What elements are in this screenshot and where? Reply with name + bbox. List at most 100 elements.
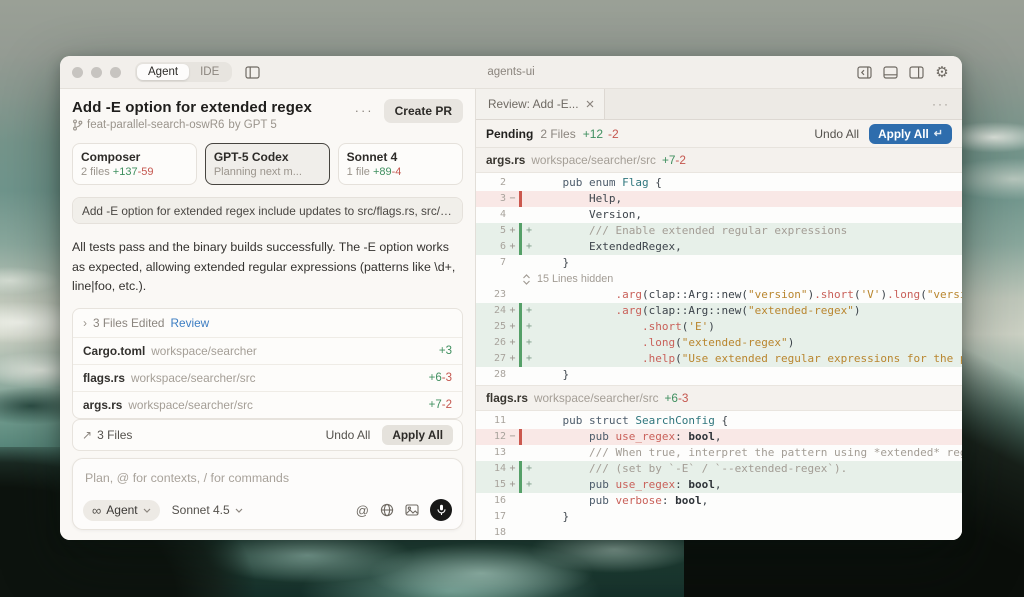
diff-code-block: 2 pub enum Flag {3− Help,4 Version,5++ /…	[476, 173, 962, 385]
titlebar: Agent IDE agents-ui	[60, 56, 962, 89]
settings-gear-icon[interactable]: ⚙	[934, 64, 950, 80]
diff-line[interactable]: 15++ pub use_regex: bool,	[476, 477, 962, 493]
infinity-icon: ∞	[92, 503, 101, 518]
diff-line[interactable]: 18	[476, 525, 962, 540]
edited-file-name: args.rs	[83, 398, 122, 412]
apply-all-button[interactable]: Apply All	[382, 425, 453, 445]
expand-arrow-icon[interactable]: ↗	[82, 428, 92, 442]
voice-input-button[interactable]	[430, 499, 452, 521]
diff-line[interactable]: 2 pub enum Flag {	[476, 175, 962, 191]
diff-line[interactable]: 25++ .short('E')	[476, 319, 962, 335]
diff-line[interactable]: 27++ .help("Use extended regular express…	[476, 351, 962, 367]
diff-inline-marker	[522, 207, 536, 223]
mode-switcher: Agent IDE	[135, 62, 232, 82]
diff-gutter-marker: +	[506, 461, 519, 477]
code-text: .short('E')	[536, 319, 962, 335]
review-panel: Review: Add -E... ··· Pending 2 Files +1…	[476, 89, 962, 540]
edited-file-row[interactable]: args.rsworkspace/searcher/src+7-2	[73, 391, 462, 418]
mention-context-icon[interactable]: @	[356, 503, 369, 518]
image-attach-icon[interactable]	[405, 504, 419, 516]
diff-line[interactable]: 12− pub use_regex: bool,	[476, 429, 962, 445]
diff-line[interactable]: 13 /// When true, interpret the pattern …	[476, 445, 962, 461]
close-window-button[interactable]	[72, 67, 83, 78]
task-card[interactable]: Add -E option for extended regex include…	[72, 197, 463, 224]
diff-line[interactable]: 16 pub verbose: bool,	[476, 493, 962, 509]
diff-line[interactable]: 11 pub struct SearchConfig {	[476, 413, 962, 429]
close-tab-icon[interactable]	[586, 100, 594, 108]
line-number: 16	[476, 493, 506, 509]
review-undo-all-button[interactable]: Undo All	[814, 127, 859, 141]
pending-additions: +12	[583, 127, 603, 141]
agent-cards: Composer2 files +137-59GPT-5 CodexPlanni…	[72, 143, 463, 185]
diff-file-path: workspace/searcher/src	[534, 391, 659, 405]
tabbar-more-icon[interactable]: ···	[932, 97, 950, 111]
code-text: /// (set by `-E` / `--extended-regex`).	[536, 461, 962, 477]
toggle-left-sidebar-icon[interactable]	[244, 64, 260, 80]
model-label: Sonnet 4.5	[172, 503, 230, 517]
files-edited-label[interactable]: 3 Files Edited	[93, 316, 164, 330]
chevron-down-icon	[235, 508, 243, 513]
diff-view[interactable]: args.rsworkspace/searcher/src+7-22 pub e…	[476, 148, 962, 540]
create-pr-button[interactable]: Create PR	[384, 99, 463, 123]
minimize-window-button[interactable]	[91, 67, 102, 78]
pending-files-label[interactable]: 3 Files	[97, 428, 132, 442]
diff-file-header[interactable]: args.rsworkspace/searcher/src+7-2	[476, 148, 962, 173]
agent-card-files: 1 file	[347, 166, 373, 178]
diff-inline-marker: +	[522, 477, 536, 493]
review-tab[interactable]: Review: Add -E...	[476, 89, 605, 119]
task-title: Add -E option for extended regex	[72, 99, 349, 116]
review-link[interactable]: Review	[170, 316, 209, 330]
diff-inline-marker	[522, 509, 536, 525]
line-number: 27	[476, 351, 506, 367]
diff-line[interactable]: 7 }	[476, 255, 962, 271]
diff-file-deletions: -2	[675, 153, 686, 167]
hidden-lines-toggle[interactable]: 15 Lines hidden	[476, 271, 962, 287]
diff-inline-marker	[522, 493, 536, 509]
agent-mode-dropdown[interactable]: ∞ Agent	[83, 500, 160, 521]
review-apply-all-button[interactable]: Apply All ↵	[869, 124, 952, 144]
tab-ide[interactable]: IDE	[189, 64, 230, 80]
diff-line[interactable]: 5++ /// Enable extended regular expressi…	[476, 223, 962, 239]
line-number: 23	[476, 287, 506, 303]
code-text: pub use_regex: bool,	[536, 477, 962, 493]
diff-line[interactable]: 26++ .long("extended-regex")	[476, 335, 962, 351]
collapse-panel-icon[interactable]	[856, 64, 872, 80]
code-text: }	[536, 255, 962, 271]
diff-inline-marker: +	[522, 239, 536, 255]
edited-file-row[interactable]: flags.rsworkspace/searcher/src+6-3	[73, 364, 462, 391]
diff-file-header[interactable]: flags.rsworkspace/searcher/src+6-3	[476, 385, 962, 411]
diff-line[interactable]: 24++ .arg(clap::Arg::new("extended-regex…	[476, 303, 962, 319]
branch-name[interactable]: feat-parallel-search-oswR6	[87, 119, 224, 131]
diff-line[interactable]: 23 .arg(clap::Arg::new("version").short(…	[476, 287, 962, 303]
line-number: 13	[476, 445, 506, 461]
diff-line[interactable]: 4 Version,	[476, 207, 962, 223]
zoom-window-button[interactable]	[110, 67, 121, 78]
diff-line[interactable]: 14++ /// (set by `-E` / `--extended-rege…	[476, 461, 962, 477]
diff-gutter-marker: +	[506, 303, 519, 319]
model-dropdown[interactable]: Sonnet 4.5	[172, 503, 243, 517]
undo-all-button[interactable]: Undo All	[326, 428, 371, 442]
toggle-right-panel-icon[interactable]	[908, 64, 924, 80]
agent-card[interactable]: GPT-5 CodexPlanning next m...	[205, 143, 329, 185]
diff-line[interactable]: 6++ ExtendedRegex,	[476, 239, 962, 255]
diff-line[interactable]: 3− Help,	[476, 191, 962, 207]
toggle-bottom-panel-icon[interactable]	[882, 64, 898, 80]
diff-file-additions: +7	[662, 153, 675, 167]
apply-all-label: Apply All	[878, 127, 929, 141]
diff-line[interactable]: 28 }	[476, 367, 962, 383]
diff-line[interactable]: 17 }	[476, 509, 962, 525]
web-globe-icon[interactable]	[380, 503, 394, 517]
line-number: 18	[476, 525, 506, 540]
chevron-right-icon[interactable]: ›	[83, 316, 87, 330]
code-text: /// When true, interpret the pattern usi…	[536, 445, 962, 461]
agent-card[interactable]: Sonnet 41 file +89-4	[338, 143, 463, 185]
prompt-input[interactable]	[83, 470, 456, 486]
diff-gutter-marker: +	[506, 319, 519, 335]
pending-files-bar: ↗ 3 Files Undo All Apply All	[72, 419, 463, 451]
tab-agent[interactable]: Agent	[137, 64, 189, 80]
edited-file-row[interactable]: Cargo.tomlworkspace/searcher+3	[73, 337, 462, 364]
diff-gutter-marker: +	[506, 351, 519, 367]
agent-card[interactable]: Composer2 files +137-59	[72, 143, 197, 185]
diff-file-name: flags.rs	[486, 391, 528, 405]
task-more-icon[interactable]: ···	[355, 103, 374, 118]
